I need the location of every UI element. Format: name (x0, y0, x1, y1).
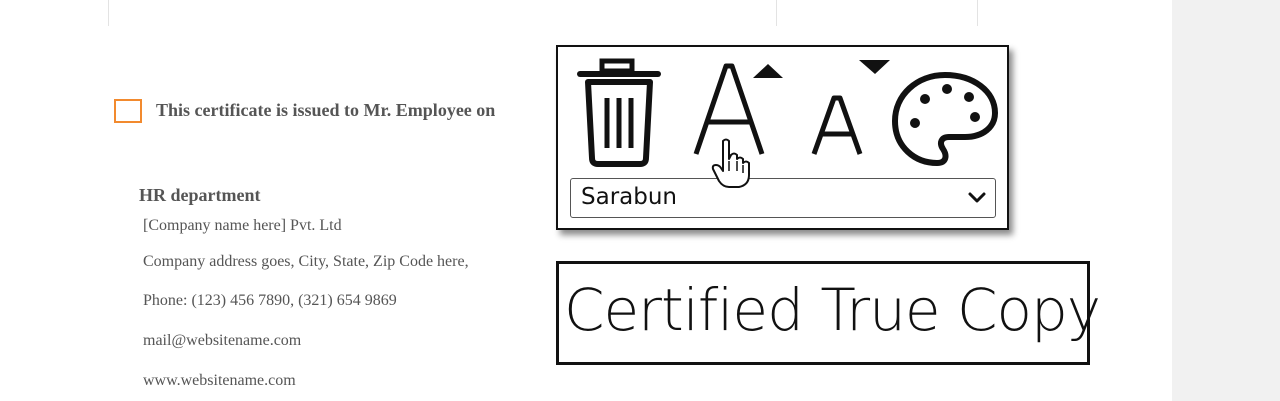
certificate-text: This certificate is issued to Mr. Employ… (156, 100, 496, 120)
hand-pointer-cursor (711, 138, 750, 188)
font-size-decrease-button[interactable] (804, 58, 894, 158)
chevron-down-icon (968, 192, 986, 203)
company-website: www.websitename.com (143, 372, 296, 389)
font-family-select[interactable]: Sarabun (570, 178, 996, 218)
font-size-decrease-icon (811, 60, 890, 155)
company-address: Company address goes, City, State, Zip C… (143, 253, 469, 270)
delete-button[interactable] (574, 58, 664, 168)
stamp-text: Certified True Copy (564, 276, 1101, 344)
trash-icon (577, 58, 661, 167)
document-editor: This certificate is issued to Mr. Employ… (0, 0, 1280, 401)
font-family-value: Sarabun (581, 184, 677, 210)
hr-department-title: HR department (139, 185, 261, 205)
palette-icon (892, 72, 998, 166)
company-email: mail@websitename.com (143, 332, 302, 349)
color-button[interactable] (891, 71, 999, 167)
table-divider (977, 0, 978, 26)
table-divider (108, 0, 109, 26)
right-gutter (1172, 0, 1280, 401)
company-phone: Phone: (123) 456 7890, (321) 654 9869 (143, 292, 397, 309)
certified-stamp[interactable]: Certified True Copy (556, 261, 1101, 365)
certificate-checkbox[interactable] (114, 99, 142, 123)
table-divider (776, 0, 777, 26)
company-name: [Company name here] Pvt. Ltd (143, 217, 342, 234)
stamp-toolbar: Sarabun (556, 45, 1009, 230)
